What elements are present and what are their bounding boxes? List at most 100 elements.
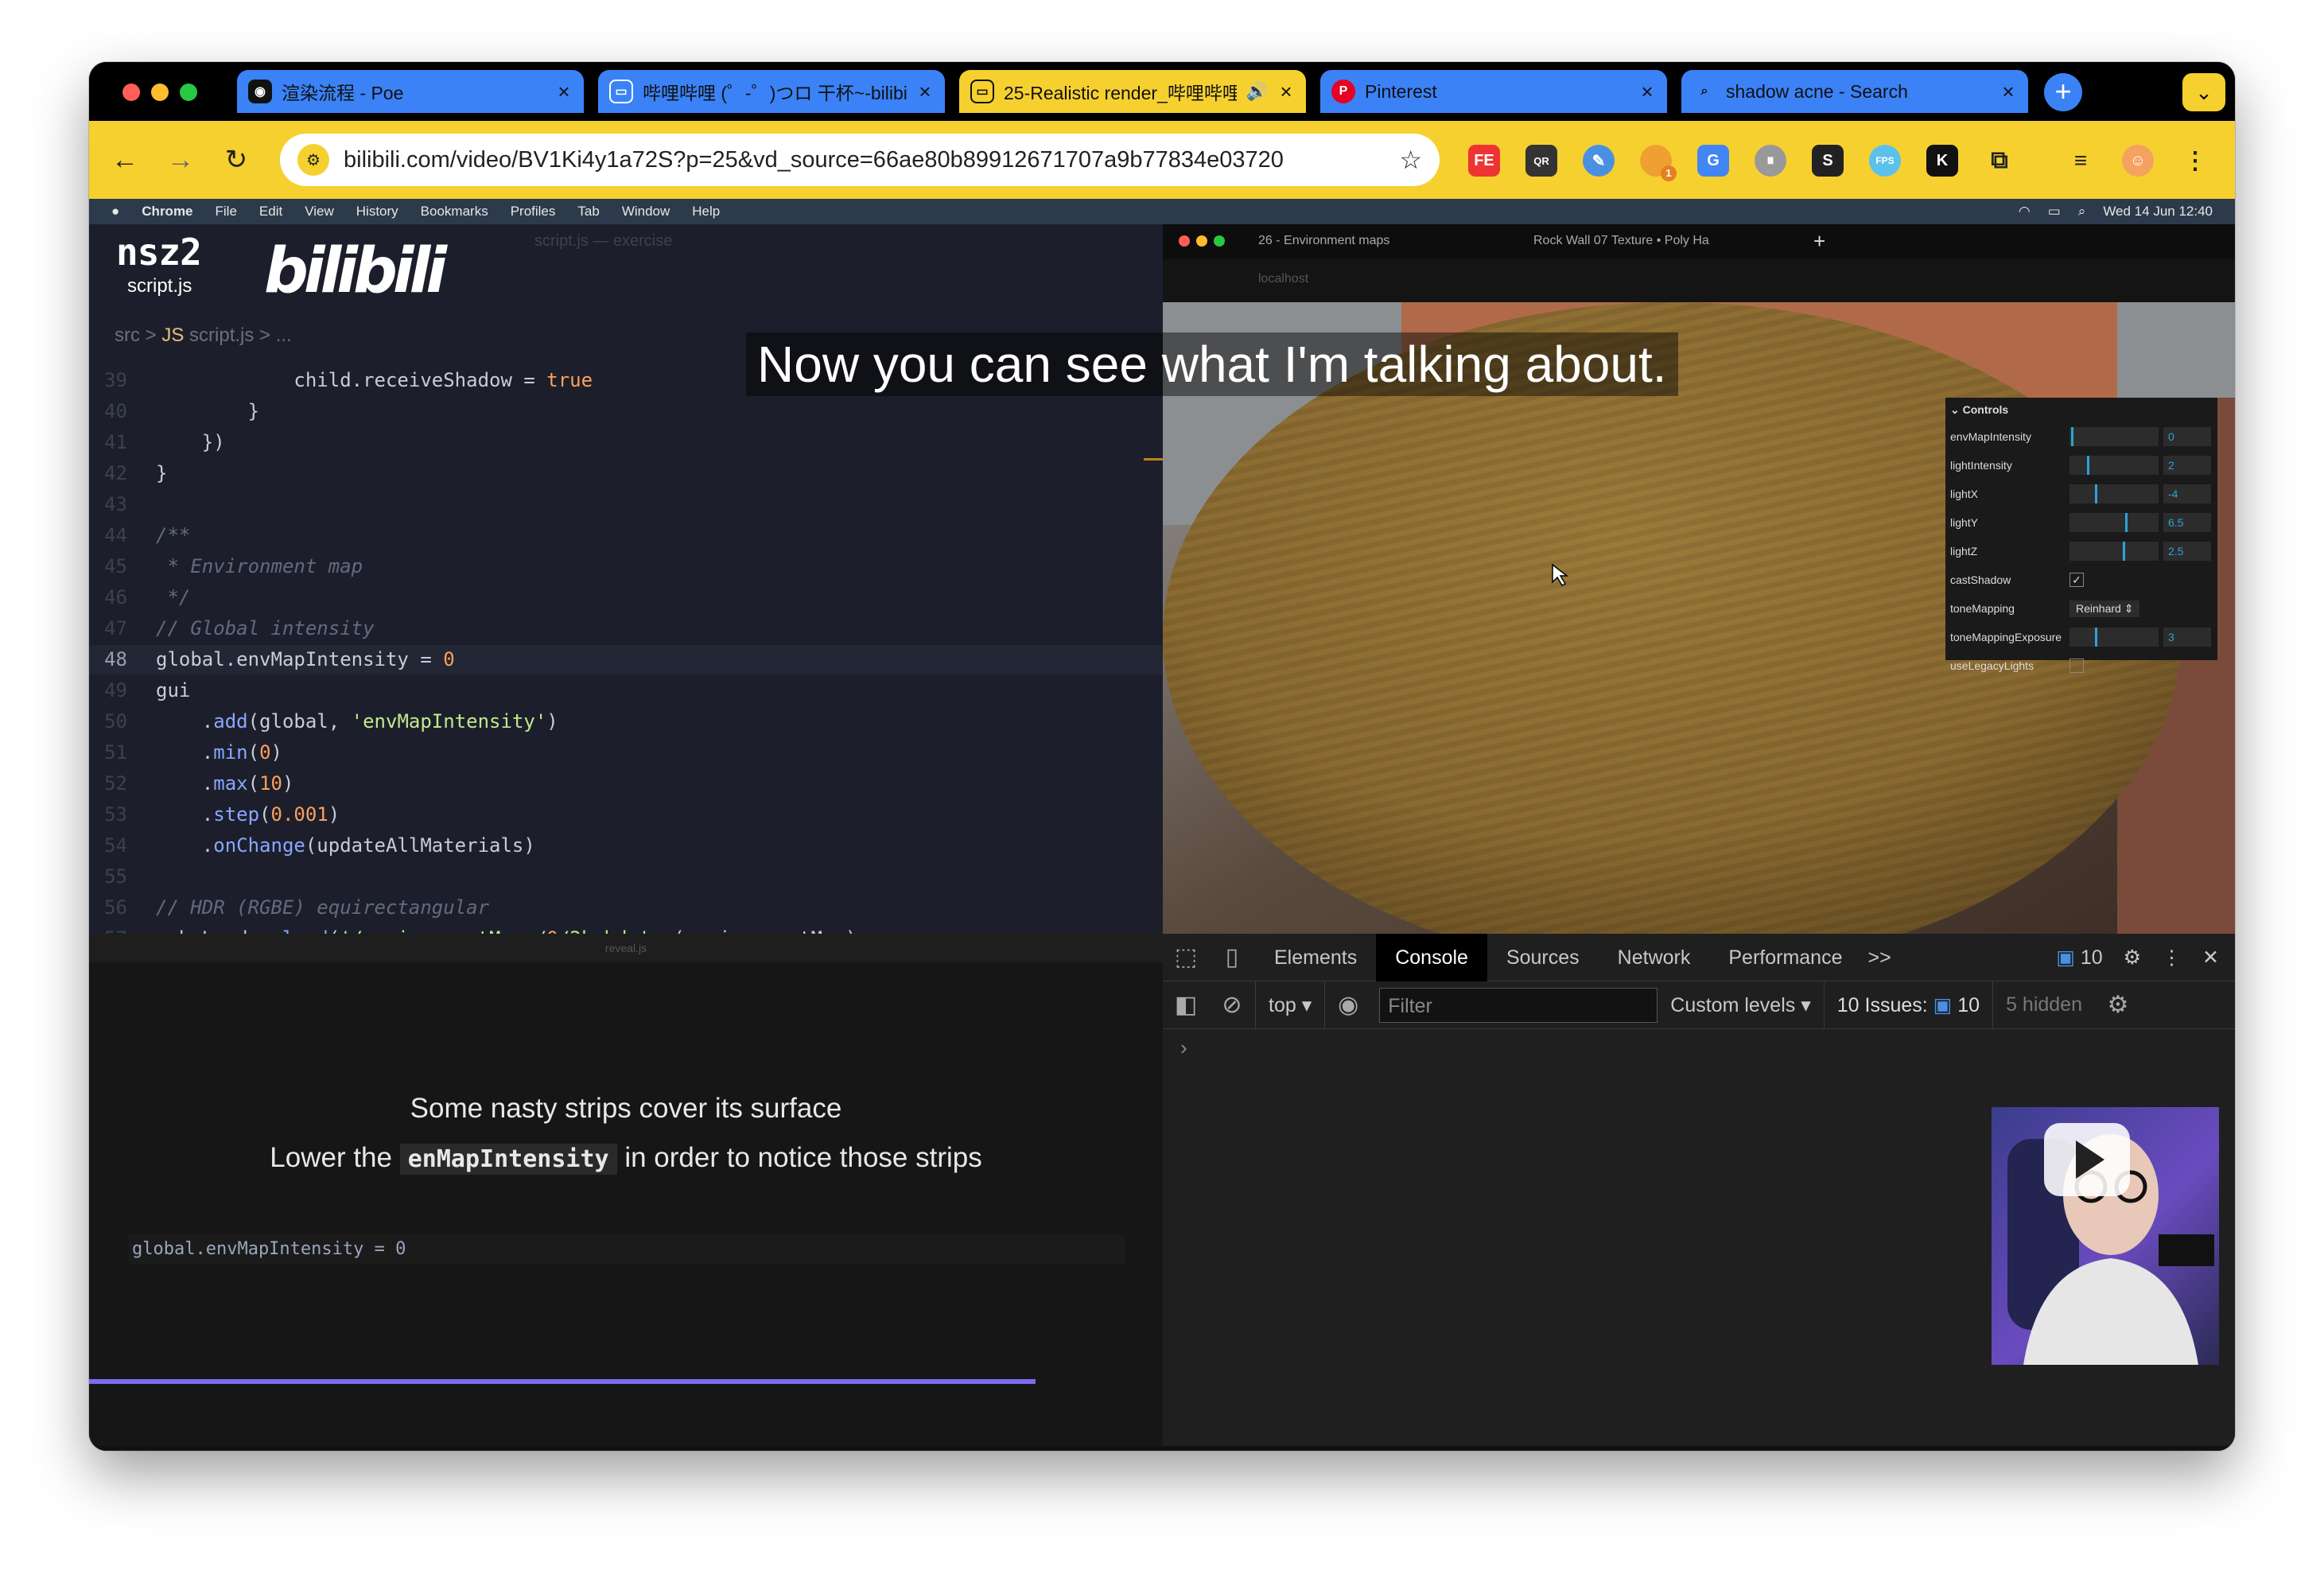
gui-row[interactable]: lightZ 2.5	[1950, 538, 2213, 565]
gui-slider[interactable]	[2069, 628, 2159, 647]
speaker-icon[interactable]: 🔊	[1246, 81, 1268, 102]
profile-avatar[interactable]: ☺	[2122, 145, 2154, 177]
close-tab-icon[interactable]: ×	[916, 80, 934, 104]
close-devtools-icon[interactable]: ✕	[2202, 946, 2219, 970]
clear-console-icon[interactable]: ⊘	[1209, 981, 1255, 1029]
paused-extension-icon[interactable]: ⏸	[1755, 145, 1786, 177]
reading-list-icon[interactable]: ≡	[2065, 145, 2097, 177]
gui-slider[interactable]	[2069, 542, 2159, 561]
device-toolbar-icon[interactable]: ▯	[1209, 934, 1255, 981]
forward-arrow-icon[interactable]: →	[159, 138, 202, 181]
gui-slider[interactable]	[2069, 456, 2159, 475]
browser-menu-icon[interactable]: ⋮	[2179, 145, 2211, 177]
gui-slider[interactable]	[2069, 427, 2159, 446]
gui-label: lightIntensity	[1950, 459, 2012, 472]
bookmark-star-icon[interactable]: ☆	[1399, 145, 1422, 175]
gui-select[interactable]: Reinhard ⇕	[2069, 600, 2140, 617]
gui-row[interactable]: toneMapping Reinhard ⇕	[1950, 595, 2213, 622]
more-tabs-button[interactable]: >>	[1861, 934, 1897, 981]
site-info-icon[interactable]: ⚙	[297, 144, 329, 176]
code-line: 47// Global intensity	[104, 617, 375, 639]
close-tab-icon[interactable]: ×	[1999, 80, 2017, 104]
video-frame[interactable]: ● Chrome File Edit View History Bookmark…	[89, 199, 2235, 1451]
gui-row[interactable]: lightY 6.5	[1950, 509, 2213, 536]
gui-slider[interactable]	[2069, 484, 2159, 503]
issues-button[interactable]: 10 Issues: ▣ 10	[1823, 981, 1994, 1029]
compass-extension-icon[interactable]: ✎	[1583, 145, 1615, 177]
gui-number-input[interactable]: 2	[2163, 456, 2211, 475]
channel-logo: nsz2 script.js bilibili	[116, 231, 447, 307]
sidebar-toggle-icon[interactable]: ◧	[1163, 981, 1209, 1029]
bilibili-watermark: bilibili	[264, 235, 447, 307]
close-tab-icon[interactable]: ×	[555, 80, 573, 104]
tab-elements[interactable]: Elements	[1255, 934, 1376, 981]
browser-tab[interactable]: P Pinterest ×	[1320, 70, 1667, 113]
slide-line-2: Lower the enMapIntensity in order to not…	[270, 1142, 982, 1175]
gui-row[interactable]: castShadow ✓	[1950, 566, 2213, 593]
browser-tab[interactable]: ▭ 哔哩哔哩 (゜-゜)つロ 干杯~-bilibili ×	[598, 70, 945, 113]
settings-gear-icon[interactable]: ⚙	[2124, 946, 2141, 970]
console-prompt[interactable]: ›	[1180, 1036, 1187, 1060]
apple-icon: ●	[111, 204, 120, 219]
s-extension-icon[interactable]: S	[1812, 145, 1844, 177]
gui-label: toneMapping	[1950, 602, 2015, 615]
live-expression-eye-icon[interactable]: ◉	[1325, 981, 1371, 1029]
gui-slider[interactable]	[2069, 513, 2159, 532]
tab-network[interactable]: Network	[1599, 934, 1710, 981]
gui-checkbox[interactable]: ✓	[2069, 573, 2084, 587]
tab-console[interactable]: Console	[1376, 933, 1487, 981]
minimize-window-button[interactable]	[151, 84, 169, 101]
new-tab-icon[interactable]: +	[1813, 229, 1825, 254]
code-line: 55	[104, 865, 127, 888]
battery-icon: ▭	[2047, 204, 2061, 219]
qr-code-extension-icon[interactable]: QR	[1525, 145, 1557, 177]
code-line: 49 gui	[104, 679, 191, 701]
gui-label: toneMappingExposure	[1950, 631, 2062, 643]
new-tab-button[interactable]: +	[2044, 73, 2082, 111]
kebab-menu-icon[interactable]: ⋮	[2162, 946, 2182, 970]
close-window-button[interactable]	[122, 84, 140, 101]
close-tab-icon[interactable]: ×	[1277, 80, 1295, 104]
gui-number-input[interactable]: 6.5	[2163, 513, 2211, 532]
console-filter-input[interactable]: Filter	[1379, 987, 1658, 1023]
browser-tab-active[interactable]: ▭ 25-Realistic render_哔哩哔哩 🔊 ×	[959, 70, 1306, 113]
issues-icon: ▣	[1933, 993, 1953, 1016]
reload-icon[interactable]: ↻	[215, 138, 258, 181]
gui-number-input[interactable]: 0	[2163, 427, 2211, 446]
console-settings-gear-icon[interactable]: ⚙	[2095, 981, 2141, 1029]
tab-performance[interactable]: Performance	[1709, 934, 1861, 981]
close-tab-icon[interactable]: ×	[1638, 80, 1656, 104]
gui-checkbox[interactable]	[2069, 659, 2084, 673]
tab-search-chevron-icon[interactable]: ⌄	[2182, 73, 2225, 111]
translate-extension-icon[interactable]: G	[1697, 145, 1729, 177]
context-select[interactable]: top ▾	[1255, 981, 1326, 1029]
log-levels-select[interactable]: Custom levels ▾	[1658, 993, 1824, 1017]
bilibili-play-icon[interactable]	[2044, 1123, 2130, 1196]
extension-with-badge-icon[interactable]: 1	[1640, 145, 1677, 181]
code-line: 53 .step(0.001)	[104, 803, 340, 826]
fps-extension-icon[interactable]: FPS	[1869, 145, 1901, 177]
inspect-element-icon[interactable]: ⬚	[1163, 934, 1209, 981]
gui-row[interactable]: useLegacyLights	[1950, 652, 2213, 679]
gui-row[interactable]: envMapIntensity 0	[1950, 423, 2213, 450]
3d-scene-canvas[interactable]: ⌄ Controls envMapIntensity 0 lightIntensit…	[1163, 302, 2235, 934]
browser-tab[interactable]: ◉ 渲染流程 - Poe ×	[237, 70, 584, 113]
browser-tab[interactable]: ⌕ shadow acne - Search ×	[1681, 70, 2028, 113]
tab-bar: ◉ 渲染流程 - Poe × ▭ 哔哩哔哩 (゜-゜)つロ 干杯~-bilibi…	[89, 62, 2235, 121]
back-arrow-icon[interactable]: ←	[103, 138, 146, 181]
extensions-puzzle-icon[interactable]: ⧉	[1984, 145, 2015, 177]
messages-badge[interactable]: ▣ 10	[2056, 946, 2102, 970]
gui-row[interactable]: lightIntensity 2	[1950, 452, 2213, 479]
gui-title[interactable]: ⌄ Controls	[1950, 398, 2008, 422]
gui-row[interactable]: lightX -4	[1950, 480, 2213, 507]
address-bar[interactable]: ⚙ bilibili.com/video/BV1Ki4y1a72S?p=25&v…	[280, 134, 1440, 186]
tab-sources[interactable]: Sources	[1487, 934, 1599, 981]
k-extension-icon[interactable]: K	[1926, 145, 1958, 177]
gui-number-input[interactable]: 2.5	[2163, 542, 2211, 561]
gui-row[interactable]: toneMappingExposure 3	[1950, 624, 2213, 651]
lil-gui-panel[interactable]: ⌄ Controls envMapIntensity 0 lightIntensit…	[1945, 398, 2217, 673]
gui-number-input[interactable]: 3	[2163, 628, 2211, 647]
fe-extension-icon[interactable]: FE	[1468, 145, 1500, 177]
zoom-window-button[interactable]	[180, 84, 197, 101]
gui-number-input[interactable]: -4	[2163, 484, 2211, 503]
